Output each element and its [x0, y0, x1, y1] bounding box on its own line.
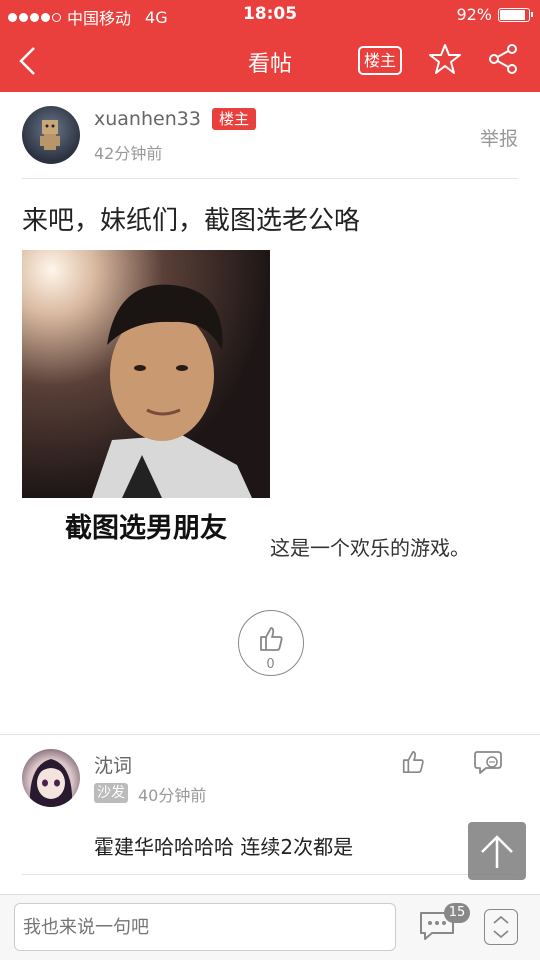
comment-item: 沈词 沙发 40分钟前 霍建华哈哈哈哈 连续2次都是 — [0, 735, 540, 875]
share-button[interactable] — [486, 42, 520, 76]
divider — [22, 874, 518, 875]
share-icon — [489, 44, 517, 74]
expand-icon — [493, 915, 509, 939]
arrow-up-icon — [481, 835, 513, 868]
commenter-name[interactable]: 沈词 — [94, 751, 132, 778]
expand-button[interactable] — [484, 909, 518, 945]
reply-input[interactable] — [14, 903, 396, 951]
favorite-button[interactable] — [428, 42, 462, 76]
bottom-bar: 15 — [0, 894, 540, 960]
divider — [22, 178, 518, 179]
image-caption: 截图选男朋友 — [65, 513, 227, 544]
nav-bar: 看帖 楼主 — [0, 30, 540, 92]
thumbs-up-icon — [260, 627, 283, 651]
star-icon — [429, 44, 461, 74]
comment-reply-button[interactable] — [474, 749, 504, 775]
portrait-illustration — [92, 284, 252, 498]
top-bar: 中国移动 4G 18:05 92% 看帖 楼主 — [0, 0, 540, 92]
post-text: 这是一个欢乐的游戏。 — [270, 536, 470, 560]
comment-like-button[interactable] — [400, 749, 426, 775]
post-time: 42分钟前 — [94, 144, 163, 163]
report-link[interactable]: 举报 — [480, 124, 518, 151]
status-bar: 中国移动 4G 18:05 92% — [0, 0, 540, 30]
commenter-avatar[interactable] — [22, 749, 80, 807]
comment-time: 40分钟前 — [138, 786, 207, 805]
author-name[interactable]: xuanhen33 — [94, 108, 201, 130]
comment-count-badge: 15 — [444, 903, 470, 923]
post-title: 来吧，妹纸们，截图选老公咯 — [22, 206, 361, 236]
like-count: 0 — [266, 657, 275, 672]
avatar-image — [29, 759, 73, 807]
op-badge: 楼主 — [212, 108, 256, 130]
floor-badge: 沙发 — [94, 783, 128, 803]
comment-icon — [474, 751, 502, 774]
battery-percent: 92% — [456, 5, 492, 24]
author-avatar[interactable] — [22, 106, 80, 164]
battery-icon — [498, 7, 533, 22]
post-image[interactable] — [22, 250, 270, 498]
scroll-to-top-button[interactable] — [468, 822, 526, 880]
comment-text: 霍建华哈哈哈哈 连续2次都是 — [94, 835, 354, 859]
op-only-button[interactable]: 楼主 — [358, 46, 402, 75]
battery-group: 92% — [456, 5, 533, 24]
post-like-button[interactable]: 0 — [238, 610, 304, 676]
avatar-image — [40, 120, 60, 150]
post-author-header: xuanhen33 楼主 42分钟前 举报 — [0, 92, 540, 180]
thumbs-up-icon — [402, 750, 424, 774]
